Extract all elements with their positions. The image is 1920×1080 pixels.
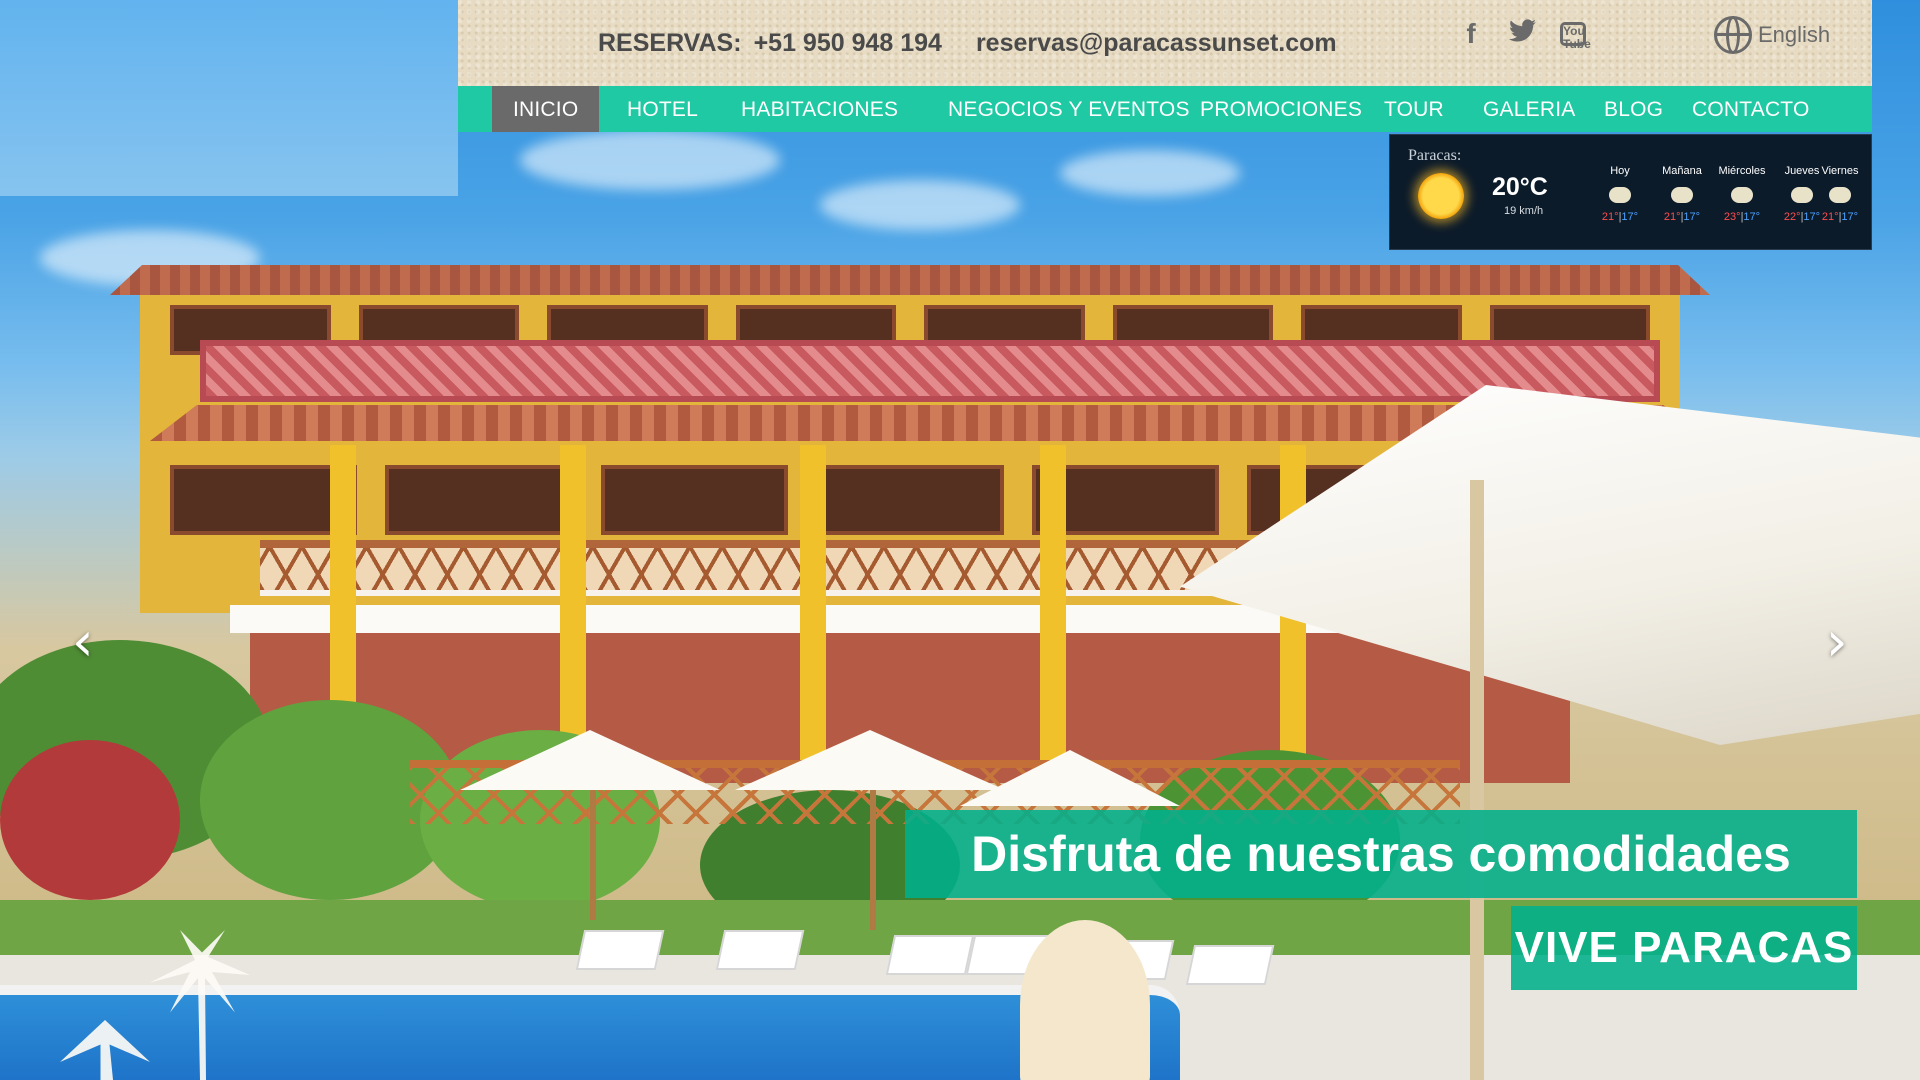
youtube-icon[interactable]: You Tube [1560,22,1591,51]
lounger [885,935,975,975]
lounger [575,930,665,970]
globe-icon [1714,16,1752,54]
slide-caption-sub: VIVE PARACAS [1511,906,1857,990]
nav-item-contacto[interactable]: CONTACTO [1671,86,1831,132]
language-switch[interactable]: English [1714,16,1830,54]
forecast-temps: 21°|17° [1821,211,1859,223]
corner-sky-overlay [0,0,458,196]
lounger [1185,945,1275,985]
reservas-label: RESERVAS: [598,29,742,57]
top-info-bar: RESERVAS: +51 950 948 194 reservas@parac… [458,0,1872,86]
forecast-day: Miércoles [1718,165,1766,177]
forecast-temps: 21°|17° [1663,211,1701,223]
large-umbrella-pole [1470,480,1484,1080]
weather-wind: 19 km/h [1504,205,1544,217]
nav-item-habitaciones[interactable]: HABITACIONES [720,86,919,132]
sea-lion-silhouette [1020,920,1150,1080]
phone-number[interactable]: +51 950 948 194 [754,29,942,58]
nav-item-blog[interactable]: BLOG [1583,86,1684,132]
weather-widget[interactable]: Paracas: 20°C 19 km/h Hoy 21°|17° Mañana… [1389,134,1872,250]
lounger [715,930,805,970]
sun-icon [1418,173,1464,219]
main-nav: INICIO HOTEL HABITACIONES NEGOCIOS Y EVE… [458,86,1872,132]
forecast-day: Viernes [1821,165,1859,177]
social-links: f You Tube [1456,18,1591,51]
language-label: English [1758,22,1831,47]
nav-item-tour[interactable]: TOUR [1363,86,1465,132]
cloud-sun-icon [1609,187,1631,203]
nav-item-galeria[interactable]: GALERIA [1462,86,1596,132]
twitter-icon[interactable] [1508,18,1538,50]
weather-temperature: 20°C [1492,173,1548,201]
forecast-temps: 23°|17° [1723,211,1761,223]
slider-prev-arrow[interactable]: ‹ [72,610,94,673]
nav-item-promociones[interactable]: PROMOCIONES [1179,86,1383,132]
cloud-sun-icon [1731,187,1753,203]
cloud-sun-icon [1829,187,1851,203]
forecast-day: Hoy [1610,165,1630,177]
forecast-day: Mañana [1662,165,1702,177]
cloud [520,130,780,190]
cloud [1060,150,1240,196]
weather-city: Paracas: [1408,147,1462,164]
cloud [820,180,1020,230]
reservations-info: RESERVAS: +51 950 948 194 reservas@parac… [598,29,1337,58]
facebook-icon[interactable]: f [1456,18,1486,50]
slider-next-arrow[interactable]: › [1826,610,1848,673]
nav-item-inicio[interactable]: INICIO [492,86,600,132]
cloud-sun-icon [1671,187,1693,203]
nav-item-negocios-y-eventos[interactable]: NEGOCIOS Y EVENTOS [927,86,1211,132]
cloud-sun-icon [1791,187,1813,203]
nav-item-hotel[interactable]: HOTEL [606,86,719,132]
slide-caption-main: Disfruta de nuestras comodidades [905,810,1857,898]
email-link[interactable]: reservas@paracassunset.com [976,29,1337,58]
forecast-temps: 21°|17° [1601,211,1639,223]
